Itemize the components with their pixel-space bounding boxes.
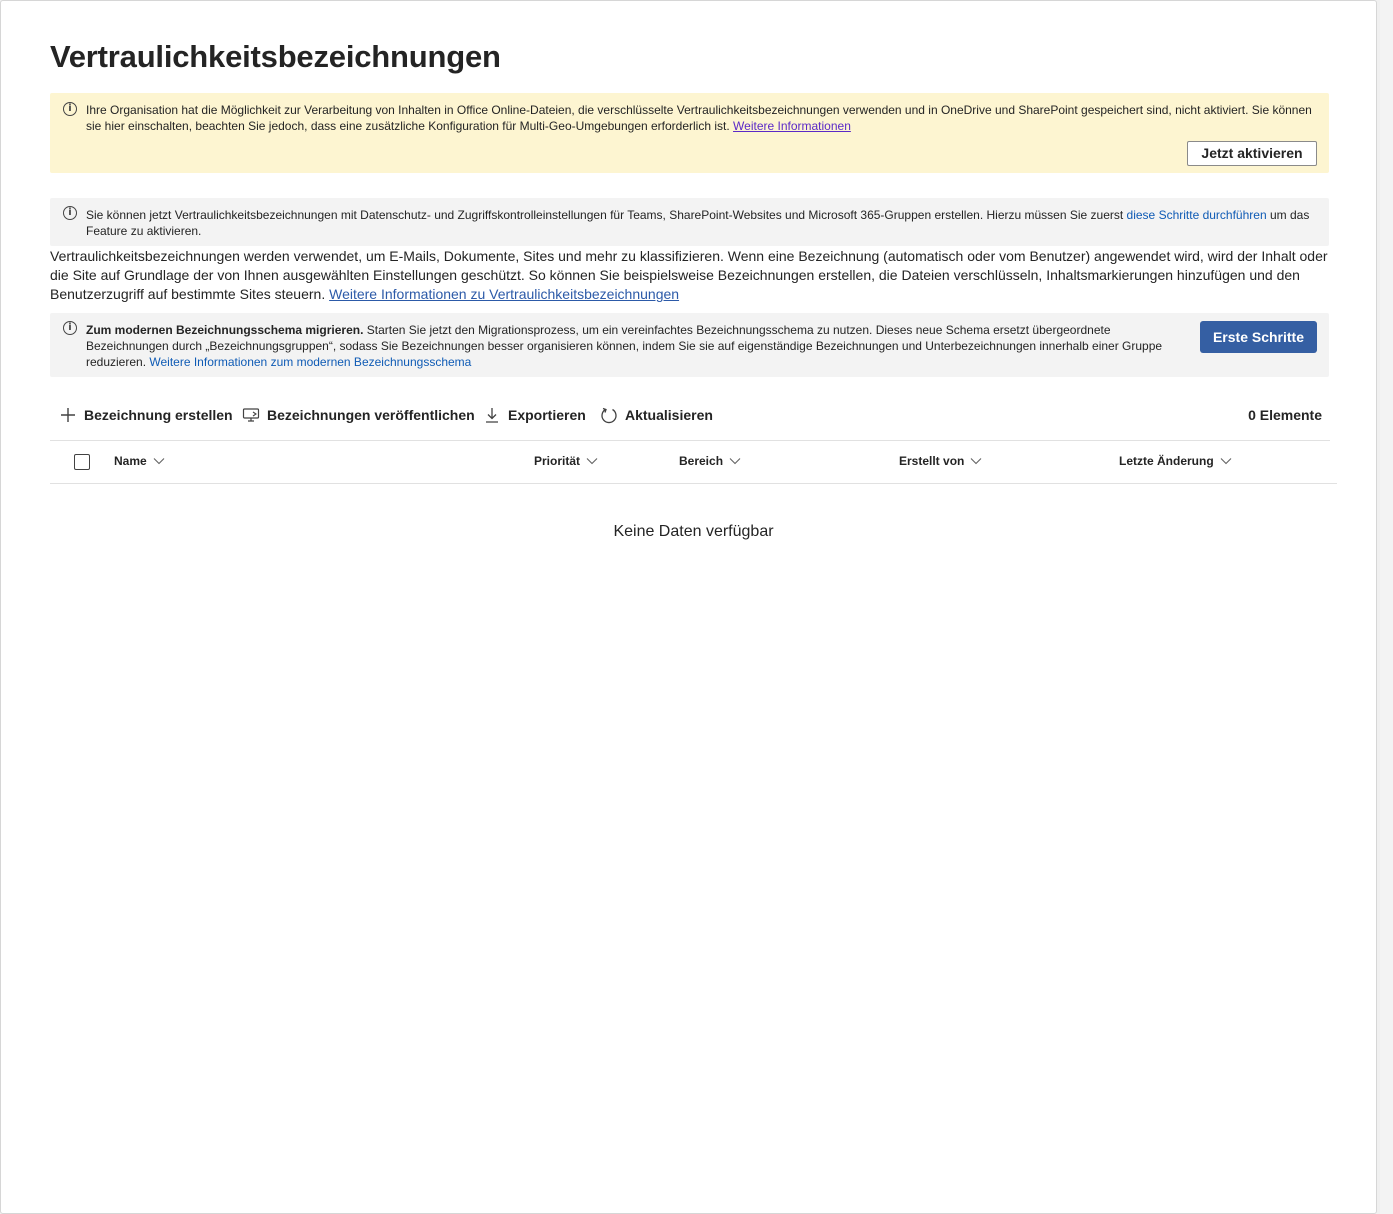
- item-count: 0 Elemente: [1248, 407, 1322, 423]
- column-label: Erstellt von: [899, 454, 965, 468]
- banner-teams-labels-message: Sie können jetzt Vertraulichkeitsbezeich…: [86, 208, 1124, 222]
- publish-icon: [242, 408, 260, 422]
- refresh-text: Aktualisieren: [625, 407, 713, 423]
- column-header-created-by[interactable]: Erstellt von: [899, 454, 982, 468]
- page-scrollbar[interactable]: [1380, 0, 1393, 1214]
- get-started-button[interactable]: Erste Schritte: [1200, 321, 1317, 353]
- table-header: Name Priorität Bereich Erstellt von Letz…: [50, 441, 1337, 484]
- chevron-down-icon: [970, 458, 982, 465]
- banner-office-online-message: Ihre Organisation hat die Möglichkeit zu…: [86, 103, 1312, 133]
- create-label-button[interactable]: Bezeichnung erstellen: [59, 399, 233, 431]
- page-title: Vertraulichkeitsbezeichnungen: [50, 39, 501, 74]
- chevron-down-icon: [153, 458, 165, 465]
- export-button[interactable]: Exportieren: [483, 399, 586, 431]
- banner-migrate-text: Zum modernen Bezeichnungsschema migriere…: [86, 322, 1176, 370]
- banner-migrate-schema: i Zum modernen Bezeichnungsschema migrie…: [50, 313, 1329, 377]
- chevron-down-icon: [1220, 458, 1232, 465]
- activate-now-button[interactable]: Jetzt aktivieren: [1187, 141, 1317, 166]
- description-text: Vertraulichkeitsbezeichnungen werden ver…: [50, 248, 1328, 302]
- download-icon: [486, 408, 498, 423]
- page-description: Vertraulichkeitsbezeichnungen werden ver…: [50, 247, 1330, 304]
- main-panel: Vertraulichkeitsbezeichnungen i Ihre Org…: [0, 0, 1377, 1214]
- banner-office-online: i Ihre Organisation hat die Möglichkeit …: [50, 93, 1329, 173]
- learn-more-link[interactable]: Weitere Informationen: [733, 119, 851, 133]
- publish-labels-button[interactable]: Bezeichnungen veröffentlichen: [242, 399, 475, 431]
- info-icon: i: [63, 206, 77, 220]
- column-label: Name: [114, 454, 147, 468]
- chevron-down-icon: [586, 458, 598, 465]
- column-label: Bereich: [679, 454, 724, 468]
- column-label: Letzte Änderung: [1119, 454, 1214, 468]
- refresh-icon: [601, 407, 617, 424]
- modern-schema-link[interactable]: Weitere Informationen zum modernen Bezei…: [149, 355, 471, 369]
- banner-migrate-heading: Zum modernen Bezeichnungsschema migriere…: [86, 323, 364, 337]
- select-all-checkbox[interactable]: [74, 454, 90, 470]
- column-header-last-modified[interactable]: Letzte Änderung: [1119, 454, 1232, 468]
- column-header-scope[interactable]: Bereich: [679, 454, 741, 468]
- column-header-priority[interactable]: Priorität: [534, 454, 598, 468]
- chevron-down-icon: [729, 458, 741, 465]
- steps-link[interactable]: diese Schritte durchführen: [1127, 208, 1267, 222]
- column-header-name[interactable]: Name: [114, 454, 165, 468]
- info-icon: i: [63, 321, 77, 335]
- banner-office-online-text: Ihre Organisation hat die Möglichkeit zu…: [86, 102, 1316, 134]
- command-bar: Bezeichnung erstellen Bezeichnungen verö…: [50, 399, 1330, 431]
- banner-teams-labels-text: Sie können jetzt Vertraulichkeitsbezeich…: [86, 207, 1316, 239]
- learn-more-labels-link[interactable]: Weitere Informationen zu Vertraulichkeit…: [329, 286, 679, 302]
- empty-state-message: Keine Daten verfügbar: [613, 523, 774, 540]
- refresh-button[interactable]: Aktualisieren: [600, 399, 713, 431]
- publish-labels-text: Bezeichnungen veröffentlichen: [267, 407, 475, 423]
- info-icon: i: [63, 102, 77, 116]
- export-text: Exportieren: [508, 407, 586, 423]
- column-label: Priorität: [534, 454, 581, 468]
- plus-icon: [61, 408, 75, 422]
- banner-teams-labels: i Sie können jetzt Vertraulichkeitsbezei…: [50, 198, 1329, 246]
- create-label-text: Bezeichnung erstellen: [84, 407, 233, 423]
